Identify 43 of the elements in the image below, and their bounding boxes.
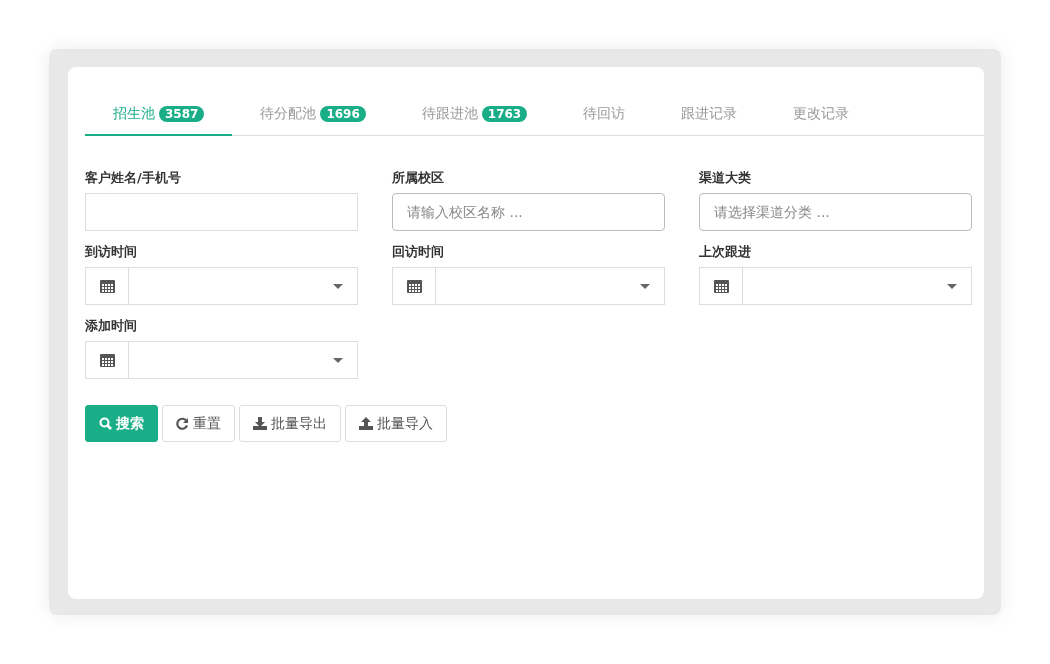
tab[interactable]: 待分配池 1696 xyxy=(232,95,394,136)
caret-icon xyxy=(640,283,650,289)
tab[interactable]: 更改记录 xyxy=(765,95,878,136)
field-label: 回访时间 xyxy=(392,243,445,261)
count-badge: 3587 xyxy=(159,106,205,122)
text-field[interactable] xyxy=(85,193,358,231)
date-range-field[interactable] xyxy=(129,341,358,379)
calendar-icon xyxy=(406,279,422,293)
count-badge: 1763 xyxy=(481,106,528,122)
search-button[interactable]: 搜索 xyxy=(85,405,158,442)
field-label: 渠道大类 xyxy=(699,169,752,187)
field-label: 添加时间 xyxy=(85,317,138,335)
caret-icon xyxy=(333,283,343,289)
date-range-field[interactable] xyxy=(129,267,358,305)
field-label: 客户姓名/手机号 xyxy=(85,169,182,187)
calendar-icon xyxy=(99,279,115,293)
calendar-icon xyxy=(99,353,115,367)
date-range-field[interactable] xyxy=(436,267,665,305)
export-button[interactable]: 批量导出 xyxy=(239,405,341,442)
calendar-addon[interactable] xyxy=(392,267,436,305)
select-field[interactable]: 请选择渠道分类 ... xyxy=(699,193,972,231)
field-label: 到访时间 xyxy=(85,243,138,261)
reset-button[interactable]: 重置 xyxy=(162,405,235,442)
calendar-addon[interactable] xyxy=(85,341,129,379)
date-range-field[interactable] xyxy=(743,267,972,305)
calendar-icon xyxy=(713,279,729,293)
count-badge: 1696 xyxy=(320,106,366,122)
import-button[interactable]: 批量导入 xyxy=(345,405,447,442)
refresh-icon xyxy=(176,417,189,430)
tab[interactable]: 跟进记录 xyxy=(653,95,766,136)
field-label: 所属校区 xyxy=(392,169,445,187)
select-field[interactable]: 请输入校区名称 ... xyxy=(392,193,665,231)
tab[interactable]: 待跟进池 1763 xyxy=(393,95,556,136)
tab[interactable]: 待回访 xyxy=(555,95,654,136)
upload-icon xyxy=(359,417,373,430)
field-label: 上次跟进 xyxy=(699,243,752,261)
calendar-addon[interactable] xyxy=(699,267,743,305)
calendar-addon[interactable] xyxy=(85,267,129,305)
caret-icon xyxy=(333,357,343,363)
search-icon xyxy=(99,417,112,430)
caret-icon xyxy=(947,283,957,289)
tab[interactable]: 招生池 3587 xyxy=(85,95,233,136)
download-icon xyxy=(253,417,267,430)
